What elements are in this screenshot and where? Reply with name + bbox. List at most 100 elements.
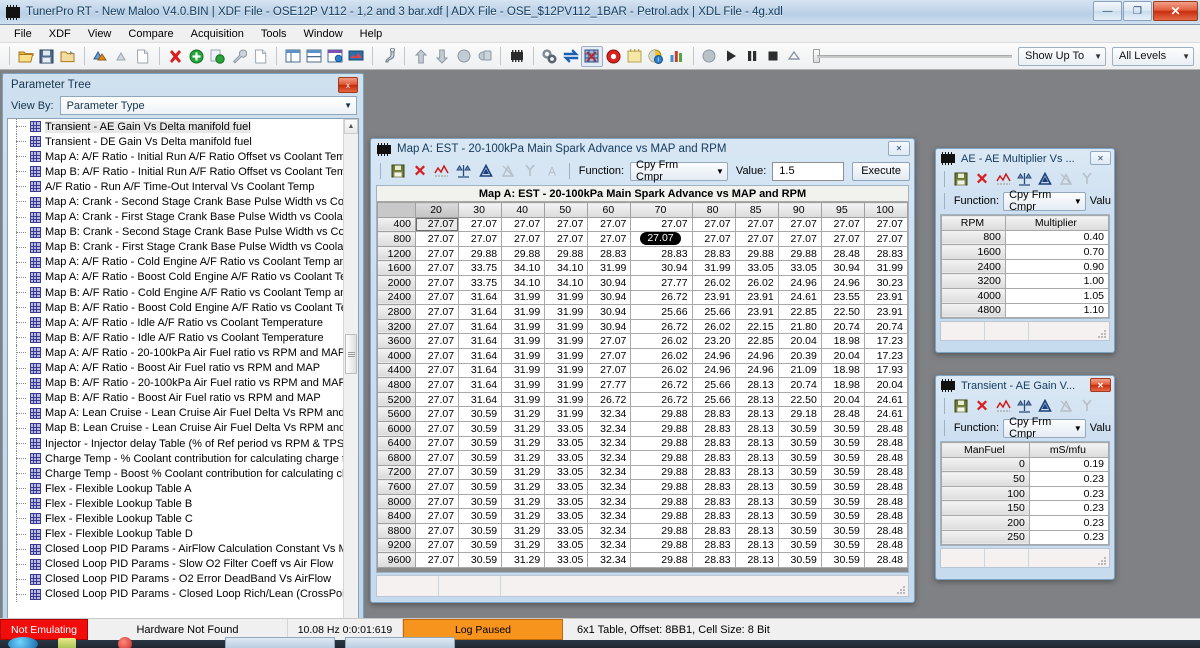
map-cell[interactable]: 32.34 (587, 552, 632, 568)
map-column-header[interactable]: 50 (544, 202, 589, 218)
map-cell[interactable]: 27.07 (501, 216, 546, 233)
map-cell[interactable]: 31.99 (501, 289, 546, 306)
map-delete-icon[interactable] (410, 162, 430, 181)
map-cell[interactable]: 23.91 (734, 289, 779, 306)
map-graph-icon[interactable] (432, 162, 452, 181)
map-cell[interactable]: 30.59 (820, 450, 865, 466)
map-row-header[interactable]: 6000 (377, 420, 416, 437)
map-cell[interactable]: 30.59 (820, 420, 865, 437)
map-cell[interactable]: 28.13 (734, 464, 779, 481)
map-cell[interactable]: 20.74 (820, 318, 865, 335)
map-cell[interactable]: 31.99 (501, 318, 546, 335)
map-cell[interactable]: 29.88 (630, 552, 693, 568)
ae-value-cell[interactable]: 1.10 (1004, 302, 1109, 319)
map-column-header[interactable]: 30 (458, 202, 503, 218)
parameter-tree-item[interactable]: Map B: A/F Ratio - Initial Run A/F Ratio… (8, 164, 343, 180)
map-cell[interactable]: 30.59 (820, 479, 865, 495)
map-cell[interactable]: 33.05 (777, 260, 822, 276)
menu-view[interactable]: View (80, 26, 120, 42)
parameter-tree-item[interactable]: Map B: A/F Ratio - Boost Air Fuel ratio … (8, 390, 343, 406)
parameter-tree-item[interactable]: Map A: Lean Cruise - Lean Cruise Air Fue… (8, 405, 343, 421)
map-cell[interactable]: 29.88 (630, 479, 693, 495)
map-cell[interactable]: 33.05 (544, 523, 589, 539)
transient-column-header[interactable]: mS/mfu (1028, 442, 1109, 458)
circle-icon[interactable] (453, 46, 474, 67)
transient-graph-icon[interactable] (993, 397, 1013, 416)
map-cell[interactable]: 31.99 (501, 391, 546, 408)
map-cell[interactable]: 26.72 (587, 391, 632, 408)
menu-tools[interactable]: Tools (253, 26, 295, 42)
menu-compare[interactable]: Compare (120, 26, 181, 42)
map-cell[interactable]: 27.07 (414, 537, 460, 554)
map-cell[interactable]: 33.05 (544, 552, 589, 568)
map-cell[interactable]: 20.04 (863, 377, 908, 393)
map-cell[interactable]: 26.02 (630, 347, 693, 364)
map-cell[interactable]: 30.59 (777, 464, 822, 481)
map-cell[interactable]: 29.18 (777, 406, 822, 422)
map-cell[interactable]: 27.07 (414, 318, 460, 335)
parameter-tree-item[interactable]: Flex - Flexible Lookup Table D (8, 526, 343, 542)
map-cell[interactable]: 31.29 (501, 508, 546, 525)
map-cell[interactable]: 24.96 (691, 347, 736, 364)
map-cell[interactable]: 30.59 (777, 493, 822, 510)
map-column-header[interactable]: 85 (734, 202, 779, 218)
map-row-header[interactable]: 7200 (377, 464, 416, 481)
map-cell[interactable]: 31.99 (544, 318, 589, 335)
map-cell[interactable]: 27.07 (414, 333, 460, 349)
ae-window-close-button[interactable]: ✕ (1090, 151, 1111, 165)
map-cell[interactable]: 30.59 (458, 450, 503, 466)
map-cell[interactable]: 27.07 (501, 231, 546, 247)
scrollbar-thumb[interactable] (345, 334, 357, 374)
map-row-header[interactable]: 4400 (377, 362, 416, 379)
map-cell[interactable]: 26.72 (630, 377, 693, 393)
map-cell[interactable]: 27.07 (414, 450, 460, 466)
chip-icon[interactable] (506, 46, 527, 67)
menu-xdf[interactable]: XDF (41, 26, 79, 42)
map-row-header[interactable]: 800 (377, 231, 416, 247)
transient-column-header[interactable]: ManFuel (941, 442, 1030, 458)
map-cell[interactable]: 28.83 (691, 479, 736, 495)
ae-delta-icon[interactable] (1035, 170, 1055, 189)
map-cell[interactable]: 23.91 (863, 304, 908, 320)
menu-acquisition[interactable]: Acquisition (183, 26, 252, 42)
map-cell[interactable]: 30.59 (820, 552, 865, 568)
taskbar-app-button-1[interactable] (225, 637, 335, 648)
transient-axis-cell[interactable]: 200 (941, 514, 1030, 531)
map-cell[interactable]: 29.88 (630, 464, 693, 481)
map-cell[interactable]: 30.59 (458, 464, 503, 481)
map-cell[interactable]: 31.64 (458, 318, 503, 335)
map-cell[interactable]: 32.34 (587, 435, 632, 452)
map-cell[interactable]: 24.61 (777, 289, 822, 306)
transient-save-icon[interactable] (951, 397, 971, 416)
map-cell[interactable]: 24.61 (863, 406, 908, 422)
map-cell[interactable]: 31.29 (501, 420, 546, 437)
map-cell[interactable]: 21.80 (777, 318, 822, 335)
settings-gears-icon[interactable] (539, 46, 560, 67)
table-editor-icon[interactable] (581, 45, 603, 67)
map-cell[interactable]: 26.02 (691, 318, 736, 335)
delete-icon[interactable] (165, 46, 186, 67)
map-cell[interactable]: 30.94 (587, 318, 632, 335)
new-document-icon[interactable] (132, 46, 153, 67)
ae-value-cell[interactable]: 0.40 (1004, 229, 1109, 246)
ae-value-cell[interactable]: 1.00 (1004, 273, 1109, 289)
map-column-header[interactable]: 60 (587, 202, 632, 218)
transient-function-dropdown[interactable]: Cpy Frm Cmpr ▼ (1003, 417, 1086, 439)
map-row-header[interactable]: 7600 (377, 479, 416, 495)
map-cell[interactable]: 31.99 (501, 304, 546, 320)
resize-grip-icon[interactable] (896, 585, 906, 595)
map-cell[interactable]: 30.59 (820, 493, 865, 510)
map-cell[interactable]: 27.07 (544, 216, 589, 233)
level-slider[interactable] (813, 49, 1012, 63)
map-cell[interactable]: 27.77 (587, 377, 632, 393)
transient-value-cell[interactable]: 0.23 (1028, 514, 1109, 531)
map-cell[interactable]: 30.59 (777, 508, 822, 525)
parameter-tree-item[interactable]: Map A: Crank - First Stage Crank Base Pu… (8, 209, 343, 225)
map-cell[interactable]: 28.83 (691, 464, 736, 481)
map-cell[interactable]: 31.64 (458, 391, 503, 408)
map-row-header[interactable]: 2800 (377, 304, 416, 320)
map-cell[interactable]: 28.83 (691, 245, 736, 262)
upload-arrow-icon[interactable] (410, 46, 431, 67)
ae-value-cell[interactable]: 0.90 (1004, 258, 1109, 275)
map-cell[interactable]: 28.13 (734, 391, 779, 408)
